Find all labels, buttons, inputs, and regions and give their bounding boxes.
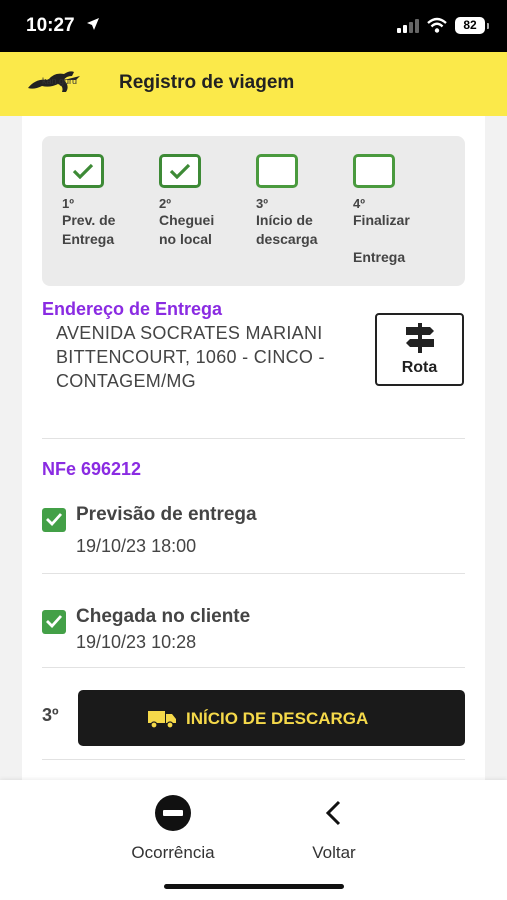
signpost-icon [404, 323, 436, 358]
bottom-nav: Ocorrência Voltar [0, 780, 507, 900]
step-2-label: Cheguei [159, 212, 215, 228]
occurrence-button[interactable]: Ocorrência [103, 794, 243, 863]
back-button[interactable]: Voltar [264, 794, 404, 863]
step-2-checkbox[interactable] [159, 154, 201, 188]
step-3-number: 3º [256, 196, 268, 211]
step-3[interactable]: 3º Início de descarga [256, 154, 346, 249]
divider [42, 759, 465, 760]
event-date: 19/10/23 10:28 [76, 632, 197, 652]
chevron-left-icon [315, 800, 353, 836]
progress-steps: 1º Prev. de Entrega 2º Cheguei no local … [42, 136, 465, 286]
status-bar: 10:27 82 [0, 0, 507, 52]
step-4-number: 4º [353, 196, 365, 211]
action-step-number: 3º [42, 705, 59, 725]
home-indicator [164, 884, 344, 889]
no-entry-icon [154, 795, 192, 836]
event-date: 19/10/23 18:00 [76, 536, 197, 556]
page-title: Registro de viagem [119, 72, 295, 93]
step-4-label: Finalizar [353, 212, 410, 228]
step-1-checkbox[interactable] [62, 154, 104, 188]
status-time: 10:27 [26, 15, 75, 36]
route-label: Rota [401, 359, 438, 376]
truck-icon [148, 709, 176, 734]
divider [42, 438, 465, 439]
trip-card: 1º Prev. de Entrega 2º Cheguei no local … [22, 116, 485, 786]
battery-indicator: 82 [455, 17, 489, 34]
step-4-checkbox[interactable] [353, 154, 395, 188]
event-client-arrival: Chegada no cliente 19/10/23 10:28 [42, 606, 465, 666]
divider [42, 573, 465, 574]
check-icon [46, 615, 63, 628]
delivery-forecast-checkbox[interactable] [42, 508, 66, 532]
address-text: AVENIDA SOCRATES MARIANI BITTENCOURT, 10… [56, 323, 325, 391]
check-icon [46, 513, 63, 526]
step-2[interactable]: 2º Cheguei no local [159, 154, 249, 249]
event-title: Previsão de entrega [76, 504, 257, 525]
step-4[interactable]: 4º Finalizar Entrega [353, 154, 443, 265]
step-3-label-2: descarga [256, 231, 318, 247]
step-2-label-2: no local [159, 231, 212, 247]
nfe-number: NFe 696212 [42, 459, 142, 479]
step-3-checkbox[interactable] [256, 154, 298, 188]
step-4-label-2: Entrega [353, 249, 406, 265]
route-button[interactable]: Rota [375, 313, 464, 386]
signal-icon [397, 19, 419, 33]
address-title: Endereço de Entrega [42, 299, 223, 319]
client-arrival-checkbox[interactable] [42, 610, 66, 634]
divider [42, 667, 465, 668]
step-1-number: 1º [62, 196, 74, 211]
app-bar: kan.guru Registro de viagem [0, 52, 507, 116]
step-2-number: 2º [159, 196, 171, 211]
occurrence-label: Ocorrência [131, 843, 215, 862]
start-unloading-label: INÍCIO DE DESCARGA [186, 709, 369, 728]
step-1-label: Prev. de [62, 212, 116, 228]
event-delivery-forecast: Previsão de entrega 19/10/23 18:00 [42, 504, 465, 564]
logo-text: kan.guru [42, 76, 78, 86]
location-arrow-icon [86, 17, 100, 36]
check-icon [72, 163, 94, 179]
step-3-label: Início de [256, 212, 313, 228]
start-unloading-button[interactable]: INÍCIO DE DESCARGA [78, 690, 465, 746]
check-icon [169, 163, 191, 179]
step-1-label-2: Entrega [62, 231, 115, 247]
wifi-icon [427, 17, 447, 38]
back-label: Voltar [312, 843, 356, 862]
step-1[interactable]: 1º Prev. de Entrega [62, 154, 152, 249]
event-title: Chegada no cliente [76, 606, 251, 627]
